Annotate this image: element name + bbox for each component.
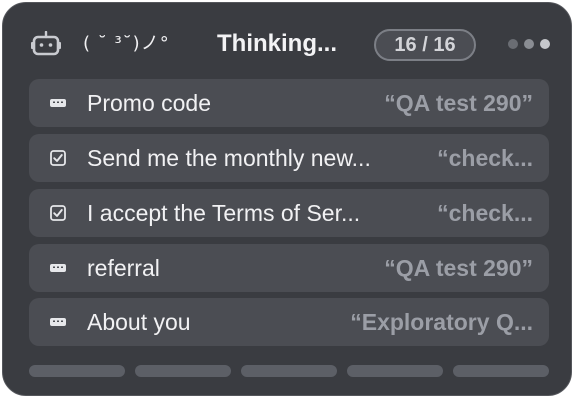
- keyboard-icon: [50, 318, 66, 326]
- field-label: Send me the monthly new...: [87, 145, 371, 171]
- field-row-promo-code[interactable]: Promo code “QA test 290”: [29, 79, 549, 127]
- field-row-terms[interactable]: I accept the Terms of Ser... “check...: [29, 189, 549, 237]
- field-label: About you: [87, 309, 191, 335]
- progress-segment: [29, 365, 125, 377]
- step-counter-badge: 16 / 16: [374, 29, 476, 61]
- checkbox-icon: [50, 150, 66, 166]
- field-row-about-you[interactable]: About you “Exploratory Q...: [29, 298, 549, 346]
- keyboard-icon: [50, 99, 66, 107]
- dot-icon: [508, 39, 518, 49]
- checkbox-icon: [50, 205, 66, 221]
- thinking-panel: ( ˘ ³˘)ノ° Thinking... 16 / 16 Promo code…: [2, 2, 572, 396]
- kaomoji-face: ( ˘ ³˘)ノ°: [83, 33, 170, 54]
- field-label: I accept the Terms of Ser...: [87, 200, 361, 226]
- field-label: referral: [87, 255, 160, 281]
- robot-icon: [31, 31, 61, 56]
- field-value: “Exploratory Q...: [350, 309, 533, 335]
- progress-segment: [453, 365, 549, 377]
- keyboard-icon: [50, 264, 66, 272]
- field-row-newsletter[interactable]: Send me the monthly new... “check...: [29, 134, 549, 182]
- progress-segment: [241, 365, 337, 377]
- dot-icon: [524, 39, 534, 49]
- progress-segment: [135, 365, 231, 377]
- dot-icon: [540, 39, 550, 49]
- field-value: “QA test 290”: [384, 90, 533, 116]
- field-value: “check...: [437, 200, 533, 226]
- status-title: Thinking...: [217, 30, 337, 57]
- field-label: Promo code: [87, 90, 212, 116]
- progress-bar: [29, 365, 551, 377]
- field-value: “QA test 290”: [384, 255, 533, 281]
- field-value: “check...: [437, 145, 533, 171]
- field-row-referral[interactable]: referral “QA test 290”: [29, 244, 549, 292]
- progress-segment: [347, 365, 443, 377]
- panel-header: ( ˘ ³˘)ノ° Thinking... 16 / 16: [3, 3, 571, 87]
